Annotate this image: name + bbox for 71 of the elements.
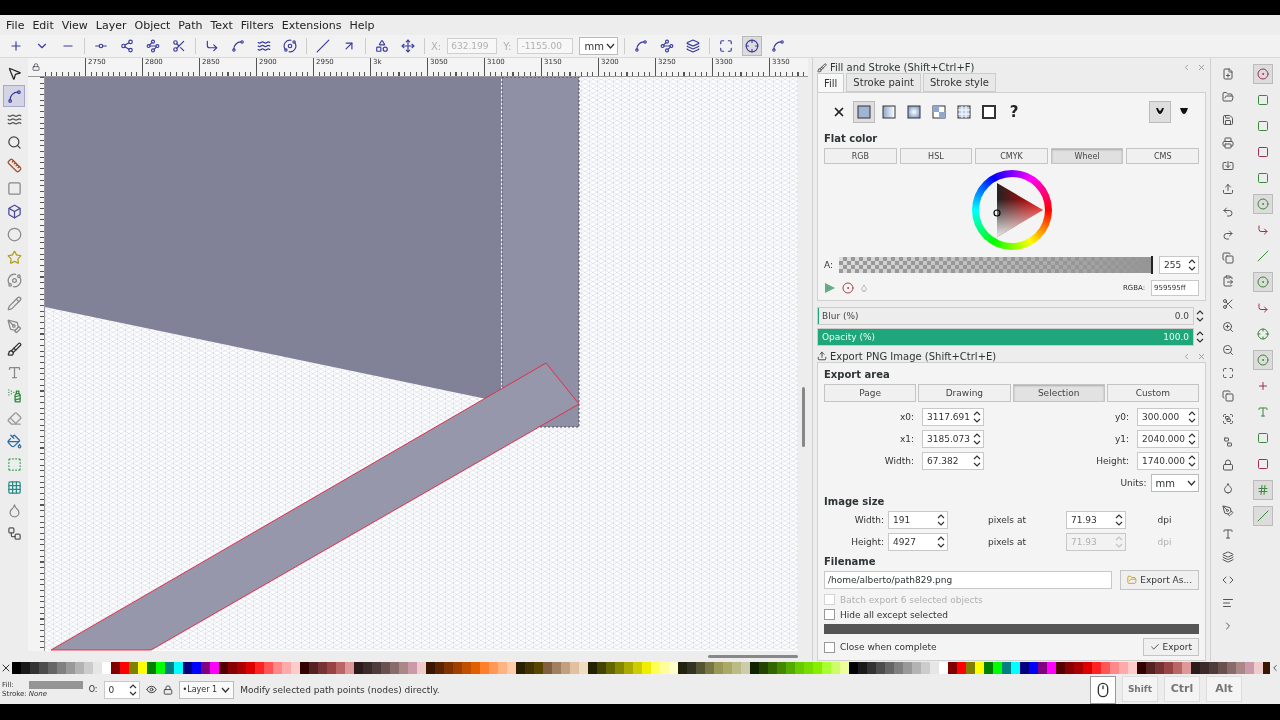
area-tab[interactable]: Selection	[1012, 384, 1105, 402]
menu-item[interactable]: Filters	[236, 18, 278, 32]
export-button[interactable]: Export	[1142, 638, 1199, 656]
dpi-field[interactable]: 71.93	[1066, 511, 1126, 529]
alpha-field[interactable]: 255	[1159, 256, 1199, 275]
coordinate-field[interactable]: 300.000	[1137, 408, 1199, 426]
panel-title: Fill and Stroke (Shift+Ctrl+F)	[830, 62, 975, 74]
area-tab[interactable]: Drawing	[918, 384, 1011, 402]
section-label: Filename	[824, 556, 877, 567]
unit-label: dpi	[1156, 537, 1173, 547]
units-label: Units:	[1120, 478, 1147, 488]
mode-tab[interactable]: Wheel	[1050, 148, 1124, 165]
tab[interactable]: Stroke paint	[846, 73, 921, 93]
unit-dropdown[interactable]: mm	[579, 37, 618, 55]
export-as-button[interactable]: Export As...	[1120, 570, 1199, 590]
layer-dropdown[interactable]: •Layer 1	[178, 680, 235, 699]
modifier-key: Shift	[1122, 675, 1158, 702]
y-label: Y:	[503, 40, 512, 52]
units-dropdown[interactable]: mm	[1150, 474, 1199, 492]
field-label: pixels at	[987, 515, 1027, 525]
status-message: Modify selected path points (nodes) directly.	[240, 684, 440, 695]
checkbox-label: Batch export 6 selected objects	[840, 594, 983, 605]
tab[interactable]: Fill	[817, 73, 845, 93]
field-label: Height:	[1095, 456, 1129, 466]
mode-tab[interactable]: HSL	[899, 148, 973, 165]
panel-title: Export PNG Image (Shift+Ctrl+E)	[830, 350, 997, 362]
menu-item[interactable]: Edit	[28, 18, 58, 32]
area-tab[interactable]: Page	[824, 384, 917, 402]
opacity-label: O:	[88, 685, 98, 694]
field-label: Height:	[850, 537, 884, 547]
pixel-field[interactable]: 191	[888, 511, 948, 529]
field-label: y0:	[1113, 412, 1129, 422]
blur-slider[interactable]: Blur (%) 0.0	[817, 307, 1194, 326]
mode-tab[interactable]: CMYK	[975, 148, 1048, 165]
menu-item[interactable]: Layer	[91, 18, 131, 32]
filename-field[interactable]: /home/alberto/path829.png	[824, 571, 1113, 589]
alpha-label: A:	[824, 260, 834, 271]
unit-label: dpi	[1156, 515, 1173, 525]
unset-paint-label: ?	[1009, 103, 1019, 122]
field-label: Width:	[853, 515, 884, 525]
paint-type-button[interactable]: ?	[1003, 101, 1025, 124]
menu-item[interactable]: View	[57, 18, 92, 32]
section-label: Image size	[824, 496, 886, 507]
modifier-key: Ctrl	[1164, 675, 1200, 702]
x-label: X:	[431, 40, 442, 52]
menu-item[interactable]: Object	[130, 18, 175, 32]
section-label: Flat color	[824, 133, 879, 145]
coordinate-field[interactable]: 3117.691	[922, 408, 984, 426]
field-label: y1:	[1113, 434, 1129, 444]
menu-item[interactable]: Text	[206, 18, 237, 32]
section-label: Export area	[824, 369, 891, 380]
field-label: x1:	[898, 434, 914, 444]
mode-tab[interactable]: RGB	[824, 148, 897, 165]
tab[interactable]: Stroke style	[922, 73, 996, 93]
field-label: pixels at	[987, 537, 1027, 547]
menu-item[interactable]: Help	[345, 18, 379, 32]
modifier-key: Alt	[1206, 675, 1242, 702]
coordinate-field[interactable]: 67.382	[922, 452, 984, 470]
menu-item[interactable]: Extensions	[277, 18, 346, 32]
coordinate-field[interactable]: 1740.000	[1137, 452, 1199, 470]
field-label: Width:	[883, 456, 914, 466]
coordinate-field[interactable]: 2040.000	[1137, 430, 1199, 448]
menu-item[interactable]: Path	[174, 18, 207, 32]
area-tab[interactable]: Custom	[1106, 384, 1199, 402]
field-label: x0:	[898, 412, 914, 422]
checkbox-label: Close when complete	[840, 642, 937, 652]
coordinate-field[interactable]: 3185.073	[922, 430, 984, 448]
opacity-field[interactable]: 0	[103, 680, 140, 699]
checkbox-label: Hide all except selected	[840, 609, 948, 620]
menu-item[interactable]: File	[2, 18, 29, 32]
mode-tab[interactable]: CMS	[1126, 148, 1199, 165]
